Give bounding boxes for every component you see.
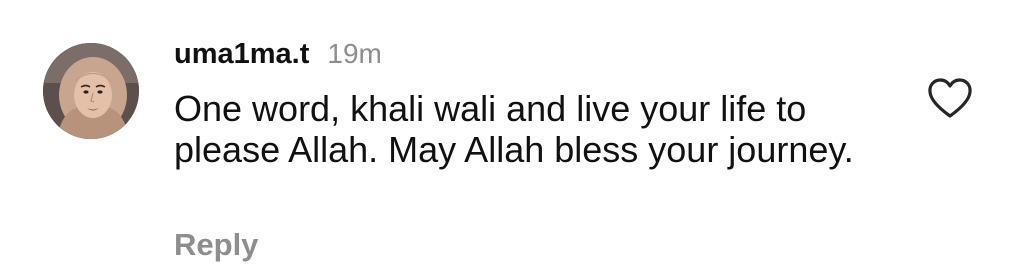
comment-text: One word, khali wali and live your life …	[174, 88, 854, 170]
comment-item: uma1ma.t 19m One word, khali wali and li…	[0, 0, 1024, 275]
username[interactable]: uma1ma.t	[174, 38, 309, 71]
avatar[interactable]	[43, 43, 139, 139]
heart-outline-icon	[928, 78, 972, 118]
comment-header: uma1ma.t 19m	[174, 38, 382, 74]
avatar-image	[43, 43, 139, 139]
like-button[interactable]	[926, 76, 974, 120]
reply-button[interactable]: Reply	[174, 227, 258, 263]
timestamp: 19m	[327, 38, 382, 69]
